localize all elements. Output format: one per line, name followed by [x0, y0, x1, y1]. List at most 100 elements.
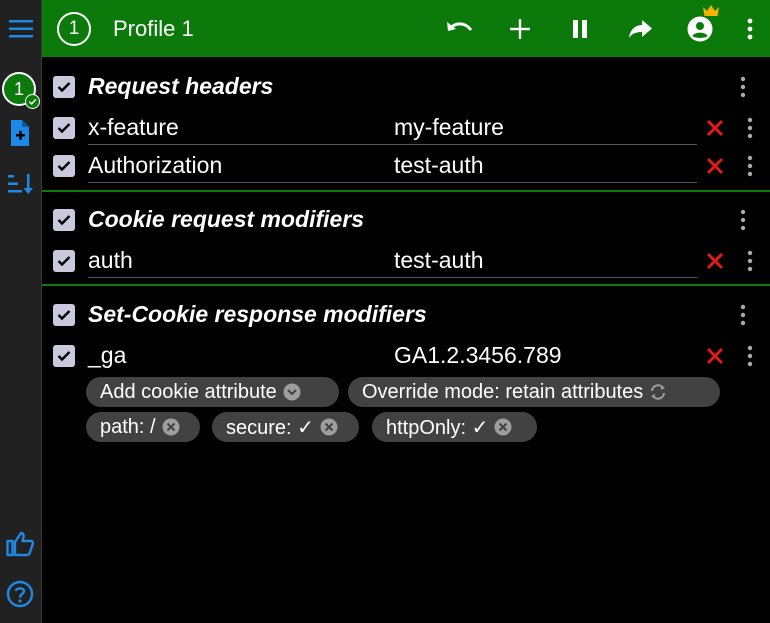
httponly-attribute-chip[interactable]: httpOnly: ✓ [372, 412, 537, 442]
more-vert-icon [747, 250, 753, 272]
add-button[interactable] [490, 0, 550, 57]
checkbox-checked-icon [57, 256, 71, 267]
chevron-down-icon [283, 383, 301, 401]
undo-icon [447, 21, 473, 31]
row-checkbox[interactable] [53, 117, 75, 139]
share-button[interactable] [610, 0, 670, 57]
header-value-field[interactable]: test-auth [394, 149, 697, 183]
close-icon[interactable] [705, 251, 725, 271]
remove-chip-icon[interactable] [494, 418, 512, 436]
close-icon[interactable] [705, 156, 725, 176]
header-row: x-feature my-feature [42, 109, 770, 147]
thumb-up-icon [6, 531, 34, 557]
profile-title[interactable]: Profile 1 [113, 16, 194, 42]
override-mode-chip[interactable]: Override mode: retain attributes [348, 377, 720, 407]
checkbox-checked-icon [57, 82, 71, 93]
row-checkbox[interactable] [53, 250, 75, 272]
checkbox-request-headers[interactable] [53, 76, 75, 98]
pause-icon [573, 19, 587, 38]
set-cookie-row: _ga GA1.2.3456.789 [42, 337, 770, 375]
checkbox-checked-icon [57, 215, 71, 226]
section-header-set-cookie-response: Set-Cookie response modifiers [42, 295, 770, 333]
account-circle-icon [687, 16, 713, 41]
checkbox-checked-icon [57, 161, 71, 172]
more-vert-icon [747, 18, 753, 39]
section-header-request-headers: Request headers [42, 68, 770, 106]
more-vert-icon [747, 155, 753, 177]
set-cookie-name-field[interactable]: _ga [88, 339, 394, 373]
more-vert-icon [747, 345, 753, 367]
row-checkbox[interactable] [53, 155, 75, 177]
profile-number: 1 [68, 17, 80, 39]
profile-selector-1[interactable]: 1 [2, 72, 40, 109]
sync-icon [649, 383, 667, 401]
section-header-cookie-request: Cookie request modifiers [42, 200, 770, 238]
checkbox-set-cookie-response[interactable] [53, 304, 75, 326]
undo-button[interactable] [430, 0, 490, 57]
more-vert-icon [740, 304, 746, 326]
checkbox-checked-icon [57, 123, 71, 134]
row-more-button[interactable] [742, 344, 758, 368]
remove-chip-icon[interactable] [162, 418, 180, 436]
more-vert-icon [740, 76, 746, 98]
help-button[interactable] [4, 578, 36, 610]
profile-number: 1 [13, 78, 24, 99]
section-divider [42, 284, 770, 286]
account-button[interactable] [670, 0, 730, 57]
chip-label: secure: ✓ [226, 416, 314, 439]
crown-icon [703, 5, 719, 16]
header-value-field[interactable]: my-feature [394, 111, 697, 145]
profile-number-badge: 1 [57, 11, 91, 46]
row-more-button[interactable] [742, 116, 758, 140]
top-bar: 1 Profile 1 [42, 0, 770, 57]
section-more-button[interactable] [735, 75, 751, 99]
active-check-icon [25, 94, 40, 109]
share-icon [629, 19, 652, 38]
section-more-button[interactable] [735, 303, 751, 327]
left-rail: 1 [0, 0, 42, 623]
add-profile-button[interactable] [4, 117, 36, 149]
row-more-button[interactable] [742, 154, 758, 178]
close-icon[interactable] [705, 346, 725, 366]
help-icon [6, 580, 34, 608]
add-file-icon [11, 120, 29, 146]
header-name-field[interactable]: x-feature [88, 111, 394, 145]
section-more-button[interactable] [735, 208, 751, 232]
secure-attribute-chip[interactable]: secure: ✓ [212, 412, 359, 442]
chip-label: Override mode: retain attributes [362, 380, 644, 403]
menu-button[interactable] [0, 0, 41, 57]
remove-chip-icon[interactable] [320, 418, 338, 436]
section-divider [42, 190, 770, 192]
set-cookie-value-field[interactable]: GA1.2.3456.789 [394, 339, 697, 373]
checkbox-checked-icon [57, 310, 71, 321]
chip-label: Add cookie attribute [100, 380, 277, 403]
section-title: Request headers [88, 73, 274, 99]
add-icon [510, 18, 530, 39]
header-name-field[interactable]: Authorization [88, 149, 394, 183]
cookie-name-field[interactable]: auth [88, 244, 394, 278]
feedback-button[interactable] [4, 528, 36, 560]
sort-icon [8, 174, 33, 194]
path-attribute-chip[interactable]: path: / [86, 412, 200, 442]
cookie-value-field[interactable]: test-auth [394, 244, 697, 278]
more-button[interactable] [730, 0, 770, 57]
more-vert-icon [740, 209, 746, 231]
chip-label: httpOnly: ✓ [386, 416, 489, 439]
checkbox-cookie-request[interactable] [53, 209, 75, 231]
sort-button[interactable] [4, 168, 36, 200]
profile-content: Request headers x-feature my-feature Aut… [42, 57, 770, 623]
add-cookie-attribute-chip[interactable]: Add cookie attribute [86, 377, 339, 407]
section-title: Set-Cookie response modifiers [88, 301, 427, 327]
menu-icon [8, 19, 33, 37]
section-title: Cookie request modifiers [88, 206, 365, 232]
close-icon[interactable] [705, 118, 725, 138]
header-row: Authorization test-auth [42, 147, 770, 185]
row-more-button[interactable] [742, 249, 758, 273]
row-checkbox[interactable] [53, 345, 75, 367]
chip-label: path: / [100, 415, 156, 438]
pause-button[interactable] [550, 0, 610, 57]
toolbar-actions [430, 0, 770, 57]
cookie-row: auth test-auth [42, 242, 770, 280]
checkbox-checked-icon [57, 351, 71, 362]
more-vert-icon [747, 117, 753, 139]
